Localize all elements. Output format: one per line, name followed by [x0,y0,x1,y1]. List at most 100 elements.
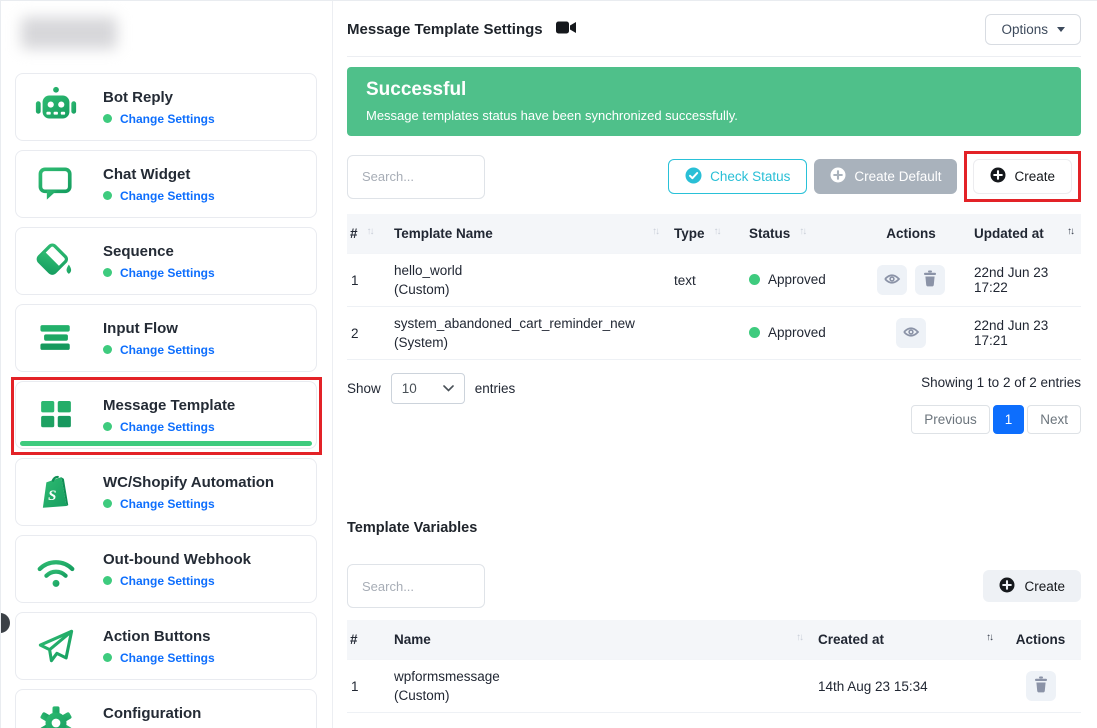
sidebar-item-label: Input Flow [103,320,215,337]
sidebar-item-outbound-webhook[interactable]: Out-bound Webhook Change Settings [15,535,317,603]
page-number-button[interactable]: 1 [993,405,1025,434]
sidebar-item-label: Configuration [103,705,215,722]
sidebar-item-label: Action Buttons [103,628,215,645]
change-settings-link[interactable]: Change Settings [120,266,215,280]
delete-button[interactable] [1026,671,1056,701]
wifi-icon [33,546,79,592]
sidebar-item-bot-reply[interactable]: Bot Reply Change Settings [15,73,317,141]
sort-icon: ↑↓ [367,226,373,237]
template-search-input[interactable] [347,155,485,199]
status-dot [103,499,112,508]
create-default-label: Create Default [854,169,941,184]
bars-icon [33,315,79,361]
variable-name-cell: wpformsmessage (Custom) [386,660,810,713]
sidebar-item-configuration[interactable]: Configuration Change Settings [15,689,317,728]
template-status-cell: Approved [741,307,856,360]
entries-summary: Showing 1 to 2 of 2 entries [911,375,1081,390]
sidebar-item-message-template[interactable]: Message Template Change Settings [15,381,317,449]
template-updated-at: 22nd Jun 23 17:21 [966,307,1081,360]
sidebar-item-action-buttons[interactable]: Action Buttons Change Settings [15,612,317,680]
sort-icon: ↑↓ [796,632,802,643]
template-type [666,307,741,360]
col-header-actions[interactable]: Actions [856,214,966,254]
sidebar-item-wc-shopify-automation[interactable]: S WC/Shopify Automation Change Settings [15,458,317,526]
templates-table-header-row: #↑↓ Template Name↑↓ Type↑↓ Status↑↓ Acti… [347,214,1081,254]
status-dot [749,327,760,338]
templates-table-footer: Show 10 entries Showing 1 to 2 of 2 entr… [347,373,1081,434]
template-type: text [666,254,741,307]
sidebar-item-label: Sequence [103,243,215,260]
options-button[interactable]: Options [985,14,1081,45]
create-button-label: Create [1014,169,1055,184]
trash-icon [1033,676,1049,696]
template-kind: (Custom) [394,282,658,297]
change-settings-link[interactable]: Change Settings [120,343,215,357]
col-header-actions[interactable]: Actions [1000,620,1081,660]
change-settings-link[interactable]: Change Settings [120,497,215,511]
view-button[interactable] [877,265,907,295]
view-button[interactable] [896,318,926,348]
sidebar-item-chat-widget[interactable]: Chat Widget Change Settings [15,150,317,218]
sort-icon: ↑↓ [714,226,720,237]
sort-icon: ↑↓ [799,226,805,237]
col-header-name[interactable]: Name↑↓ [386,620,810,660]
template-name-cell: hello_world (Custom) [386,254,666,307]
change-settings-link[interactable]: Change Settings [120,651,215,665]
variables-table: # Name↑↓ Created at↑↓ Actions 1 wpformsm… [347,620,1081,713]
variables-controls: Create [347,564,1081,608]
col-header-created-at[interactable]: Created at↑↓ [810,620,1000,660]
template-actions-cell [856,254,966,307]
create-template-button[interactable]: Create [973,159,1072,194]
col-header-num[interactable]: #↑↓ [347,214,386,254]
change-settings-link[interactable]: Change Settings [120,420,215,434]
page-title: Message Template Settings [347,20,577,39]
next-page-button[interactable]: Next [1027,405,1081,434]
templates-table: #↑↓ Template Name↑↓ Type↑↓ Status↑↓ Acti… [347,214,1081,360]
success-alert: Successful Message templates status have… [347,67,1081,136]
previous-page-button[interactable]: Previous [911,405,990,434]
template-variables-title: Template Variables [347,520,1081,536]
plus-circle-icon [999,577,1015,596]
change-settings-link[interactable]: Change Settings [120,574,215,588]
col-header-template-name[interactable]: Template Name↑↓ [386,214,666,254]
page-size-select[interactable]: 10 [391,373,465,404]
template-name-cell: system_abandoned_cart_reminder_new (Syst… [386,307,666,360]
col-header-updated-at[interactable]: Updated at↑↓ [966,214,1081,254]
gear-icon [33,700,79,728]
variable-kind: (Custom) [394,688,802,703]
alert-title: Successful [366,79,1062,101]
video-camera-icon[interactable] [556,20,577,39]
status-dot [103,653,112,662]
check-status-button[interactable]: Check Status [668,159,807,194]
template-status-cell: Approved [741,254,856,307]
options-button-label: Options [1001,22,1048,37]
create-variable-button[interactable]: Create [983,570,1081,602]
entries-label: entries [475,381,516,396]
shopify-bag-icon: S [33,469,79,515]
sidebar: Bot Reply Change Settings Chat Widget Ch… [1,1,333,728]
svg-text:S: S [48,488,56,504]
app-logo [21,17,117,49]
col-header-status[interactable]: Status↑↓ [741,214,856,254]
eye-icon [902,323,920,344]
status-dot [103,268,112,277]
sidebar-item-input-flow[interactable]: Input Flow Change Settings [15,304,317,372]
status-dot [103,576,112,585]
show-label: Show [347,381,381,396]
change-settings-link[interactable]: Change Settings [120,112,215,126]
template-table-controls: Check Status Create Default Create [347,151,1081,202]
create-default-button[interactable]: Create Default [814,159,957,194]
status-dot [103,345,112,354]
delete-button[interactable] [915,265,945,295]
table-row: 1 wpformsmessage (Custom) 14th Aug 23 15… [347,660,1081,713]
alert-message: Message templates status have been synch… [366,108,1062,123]
change-settings-link[interactable]: Change Settings [120,189,215,203]
template-updated-at: 22nd Jun 23 17:22 [966,254,1081,307]
col-header-num[interactable]: # [347,620,386,660]
check-status-label: Check Status [710,169,790,184]
sort-icon: ↑↓ [986,632,992,643]
col-header-type[interactable]: Type↑↓ [666,214,741,254]
sidebar-item-sequence[interactable]: Sequence Change Settings [15,227,317,295]
variable-name: wpformsmessage [394,669,802,684]
variables-search-input[interactable] [347,564,485,608]
